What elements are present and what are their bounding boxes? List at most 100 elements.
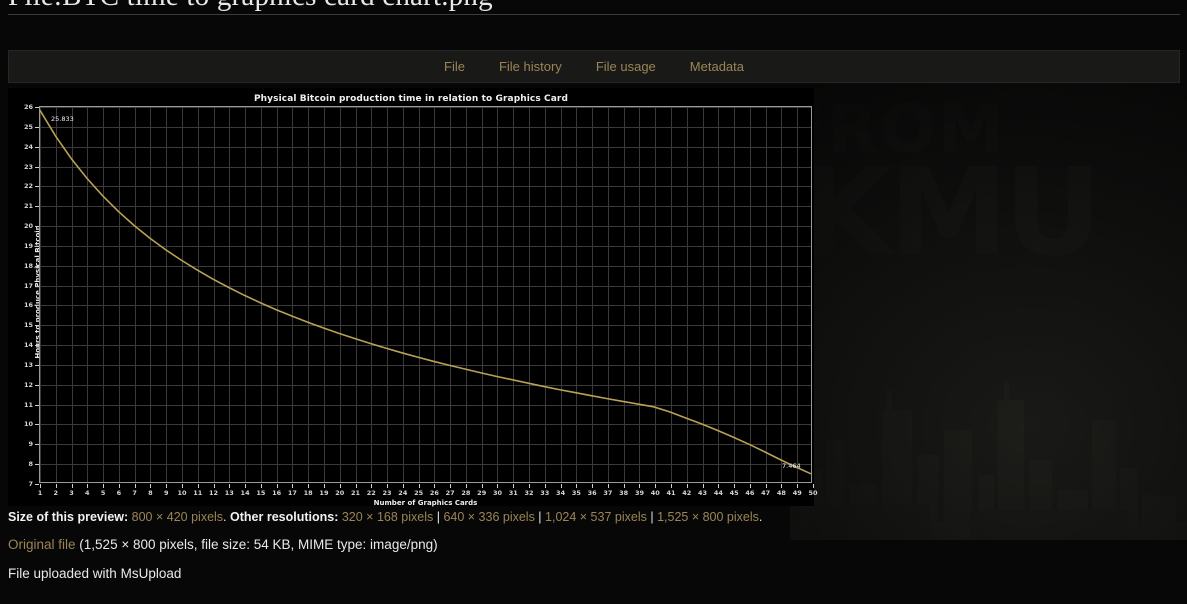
tab-metadata[interactable]: Metadata (690, 59, 744, 74)
resolutions-period: . (758, 510, 763, 524)
x-axis-tick-label: 13 (224, 489, 234, 497)
x-axis-tick-label: 15 (256, 489, 266, 497)
x-axis-tick-label: 50 (808, 489, 818, 497)
x-axis-tick (513, 484, 515, 488)
x-axis-tick (323, 484, 325, 488)
x-axis-tick (339, 484, 341, 488)
x-axis-tick (686, 484, 688, 488)
x-axis-tick (181, 484, 183, 488)
x-axis-tick-label: 34 (556, 489, 566, 497)
x-axis-tick (387, 484, 389, 488)
upload-note: File uploaded with MsUpload (8, 566, 182, 581)
skin-art-word-secondary: KMU (800, 144, 1102, 283)
tab-file-usage[interactable]: File usage (596, 59, 656, 74)
x-axis-tick (765, 484, 767, 488)
file-page: FROM KMU File File history File usage Me… (0, 0, 1187, 604)
x-axis-tick (213, 484, 215, 488)
x-axis-tick-label: 47 (761, 489, 771, 497)
x-axis-tick-label: 5 (100, 489, 106, 497)
chart-title: Physical Bitcoin production time in rela… (253, 94, 569, 104)
x-axis-tick-label: 17 (287, 489, 297, 497)
y-axis-tick-label: 13 (23, 360, 33, 369)
x-axis-tick-label: 29 (477, 489, 487, 497)
x-axis-tick-label: 26 (429, 489, 439, 497)
x-axis-tick-label: 6 (116, 489, 122, 497)
resolution-link-320[interactable]: 320 × 168 pixels (342, 510, 433, 524)
file-preview-image[interactable]: Physical Bitcoin production time in rela… (8, 88, 818, 507)
x-axis-tick-label: 31 (508, 489, 518, 497)
x-axis-tick (118, 484, 120, 488)
original-file-line: Original file (1,525 × 800 pixels, file … (8, 537, 438, 552)
y-axis-tick-label: 24 (23, 142, 33, 151)
x-axis-tick-label: 39 (634, 489, 644, 497)
y-axis-tick-label: 16 (23, 301, 33, 310)
resolution-link-1525[interactable]: 1,525 × 800 pixels (657, 510, 759, 524)
x-axis-tick (276, 484, 278, 488)
x-axis-tick-label: 9 (163, 489, 169, 497)
other-resolutions-label: Other resolutions: (230, 510, 339, 524)
y-axis-tick-label: 17 (23, 281, 33, 290)
original-file-details: (1,525 × 800 pixels, file size: 54 KB, M… (79, 537, 438, 552)
x-axis-tick (781, 484, 783, 488)
x-axis-tick (655, 484, 657, 488)
x-axis-tick-label: 21 (350, 489, 361, 497)
size-period: . (223, 510, 227, 524)
skin-art-word: FROM (790, 90, 1006, 167)
series-line (40, 109, 811, 475)
x-axis-tick-label: 38 (619, 489, 629, 497)
x-axis-tick (55, 484, 57, 488)
x-axis-tick (450, 484, 452, 488)
skyline-silhouette (790, 382, 1187, 540)
x-axis-tick-label: 27 (445, 489, 455, 497)
x-axis-tick-label: 1 (37, 489, 43, 497)
x-axis-tick (245, 484, 247, 488)
x-axis-tick (134, 484, 136, 488)
preview-size-line: Size of this preview: 800 × 420 pixels. … (8, 510, 763, 524)
tab-file-history[interactable]: File history (499, 59, 562, 74)
x-axis-tick (734, 484, 736, 488)
y-axis-tick-label: 9 (28, 440, 33, 449)
x-axis-tick (465, 484, 467, 488)
x-axis-tick (150, 484, 152, 488)
x-axis-tick-label: 49 (792, 489, 802, 497)
y-axis-tick-label: 22 (23, 182, 33, 191)
preview-size-link[interactable]: 800 × 420 pixels (132, 510, 223, 524)
x-axis-tick-label: 37 (603, 489, 613, 497)
y-axis-tick-label: 10 (23, 420, 33, 429)
chart: Physical Bitcoin production time in rela… (8, 88, 818, 507)
y-axis-tick-label: 18 (23, 261, 33, 270)
skin-background-art: FROM KMU (790, 80, 1187, 540)
x-axis-tick-label: 48 (776, 489, 786, 497)
resolution-link-640[interactable]: 640 × 336 pixels (443, 510, 534, 524)
x-axis-tick (718, 484, 720, 488)
x-axis-tick-label: 45 (729, 489, 739, 497)
y-axis-tick-label: 21 (23, 202, 33, 211)
y-axis-tick-label: 7 (28, 480, 33, 488)
x-axis-tick-label: 20 (335, 489, 345, 497)
x-axis-tick (292, 484, 294, 488)
resolution-link-1024[interactable]: 1,024 × 537 pixels (545, 510, 647, 524)
tab-file[interactable]: File (444, 59, 465, 74)
x-axis-tick (702, 484, 704, 488)
y-axis-tick-label: 19 (23, 241, 33, 250)
x-axis-tick (797, 484, 799, 488)
x-axis-tick-label: 30 (492, 489, 503, 497)
size-label: Size of this preview: (8, 510, 129, 524)
title-divider (8, 14, 1180, 15)
x-axis-tick-label: 23 (382, 489, 392, 497)
data-point-label: 7.464 (782, 461, 801, 470)
y-axis-tick-label: 11 (23, 400, 33, 409)
y-axis-tick-label: 15 (23, 321, 33, 330)
x-axis-tick (402, 484, 404, 488)
x-axis-tick (40, 484, 41, 488)
y-axis: 7 8 9 10 11 12 13 14 15 16 17 18 19 20 21 22 23 24 25 26 (8, 103, 39, 488)
x-axis-tick (481, 484, 483, 488)
original-file-link[interactable]: Original file (8, 537, 76, 552)
x-axis-tick-label: 35 (571, 489, 581, 497)
x-axis-tick (87, 484, 89, 488)
x-axis-tick-label: 10 (177, 489, 187, 497)
y-axis-tick-label: 20 (23, 222, 33, 231)
x-axis-tick (813, 484, 814, 488)
x-axis-title: Number of Graphics Cards (373, 499, 478, 507)
x-axis-tick (623, 484, 625, 488)
